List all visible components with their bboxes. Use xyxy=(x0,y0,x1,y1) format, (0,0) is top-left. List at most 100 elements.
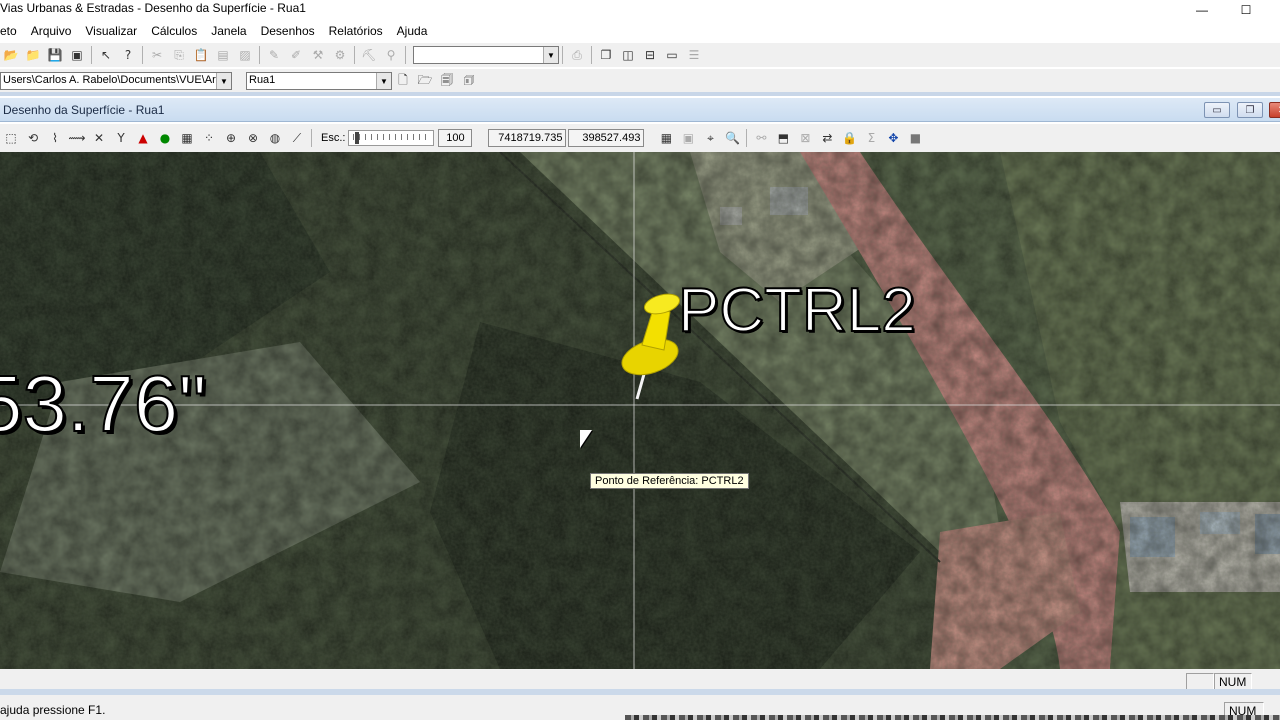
link-icon[interactable]: ⚯ xyxy=(752,129,770,147)
title-bar: Vias Urbanas & Estradas - Desenho da Sup… xyxy=(0,0,1280,20)
maximize-button[interactable]: ☐ xyxy=(1226,0,1266,20)
num-lock-indicator: NUM xyxy=(1214,673,1252,690)
reference-tooltip: Ponto de Referência: PCTRL2 xyxy=(590,473,749,489)
doc-close-button[interactable]: ✕ xyxy=(1269,102,1280,118)
lock-icon[interactable]: 🔒 xyxy=(840,129,858,147)
separator xyxy=(142,46,143,64)
coord-north: 7418719.735 xyxy=(488,129,567,147)
close-frame-icon[interactable]: ⊠ xyxy=(796,129,814,147)
separator xyxy=(405,46,406,64)
save-view-icon[interactable]: ▣ xyxy=(679,129,697,147)
map-layer-icon[interactable]: ▦ xyxy=(657,129,675,147)
separator xyxy=(91,46,92,64)
cut-icon[interactable]: ✂ xyxy=(148,46,166,64)
frame-icon[interactable]: ⬒ xyxy=(774,129,792,147)
attach-icon[interactable]: ⌖ xyxy=(701,129,719,147)
chevron-down-icon[interactable]: ▼ xyxy=(376,73,391,89)
menu-desenhos[interactable]: Desenhos xyxy=(254,22,322,42)
pan-icon[interactable]: ✥ xyxy=(884,129,902,147)
pick-icon[interactable]: ⛏ xyxy=(360,46,378,64)
tile-horizontal-icon[interactable]: ⊟ xyxy=(641,46,659,64)
project-path-combo[interactable]: Users\Carlos A. Rabelo\Documents\VUE\Ar … xyxy=(0,72,232,90)
globe-icon[interactable]: ● xyxy=(156,129,174,147)
drawing-properties-icon[interactable]: 🗊 xyxy=(460,72,478,90)
menu-visualizar[interactable]: Visualizar xyxy=(78,22,144,42)
document-title: Desenho da Superfície - Rua1 xyxy=(3,103,165,117)
print-icon[interactable]: ⎙ xyxy=(568,46,586,64)
separator xyxy=(591,46,592,64)
save-icon[interactable]: 💾 xyxy=(46,46,64,64)
scatter-icon[interactable]: ⁘ xyxy=(200,129,218,147)
status-divider xyxy=(0,689,1280,695)
menu-bar: eto Arquivo Visualizar Cálculos Janela D… xyxy=(0,22,1280,42)
wand-icon[interactable]: ⚒ xyxy=(309,46,327,64)
rotate-icon[interactable]: ⟲ xyxy=(24,129,42,147)
coord-east: 398527.493 xyxy=(568,129,645,147)
menu-ajuda[interactable]: Ajuda xyxy=(390,22,435,42)
open-file-icon[interactable]: 📁 xyxy=(24,46,42,64)
doc-restore-button[interactable]: ❐ xyxy=(1237,102,1263,118)
edit-nodes-icon[interactable]: ✐ xyxy=(287,46,305,64)
project-path-value: Users\Carlos A. Rabelo\Documents\VUE\Ar xyxy=(3,74,216,86)
zoom-icon[interactable]: 🔍 xyxy=(723,129,741,147)
slider-knob[interactable] xyxy=(355,132,360,144)
mouse-cursor-icon xyxy=(580,430,592,448)
scale-slider[interactable] xyxy=(348,130,435,146)
layer-combo[interactable]: ▼ xyxy=(413,46,559,64)
help-icon[interactable]: ? xyxy=(119,46,137,64)
taskbar-strip xyxy=(625,715,1280,720)
chevron-down-icon[interactable]: ▼ xyxy=(216,73,231,89)
cascade-windows-icon[interactable]: ❐ xyxy=(597,46,615,64)
ruler-icon[interactable]: ⟋ xyxy=(288,129,306,147)
separator xyxy=(311,129,312,147)
open-drawing-icon[interactable]: 🗁 xyxy=(416,72,434,90)
map-viewport[interactable]: PCTRL2 53.76" Ponto de Referência: PCTRL… xyxy=(0,152,1280,669)
delete-icon[interactable]: ▨ xyxy=(236,46,254,64)
sum-icon[interactable]: Σ xyxy=(862,129,880,147)
drawing-toolbar: ⬚ ⟲ ⌇ ⟿ ✕ Y ▲ ● ▦ ⁘ ⊕ ⊗ ◍ ⟋ Esc.: 100 74… xyxy=(0,124,1280,152)
paste-icon[interactable]: 📋 xyxy=(192,46,210,64)
curve-icon[interactable]: ⌇ xyxy=(46,129,64,147)
stack-icon[interactable]: ☰ xyxy=(685,46,703,64)
target-alt-icon[interactable]: ⊗ xyxy=(244,129,262,147)
hand-icon[interactable]: ■ xyxy=(906,129,924,147)
slider-ticks xyxy=(353,134,430,140)
arrange-icon[interactable]: ▭ xyxy=(663,46,681,64)
status-bar: NUM ajuda pressione F1. NUM xyxy=(0,669,1280,720)
drawing-value: Rua1 xyxy=(249,74,276,86)
menu-janela[interactable]: Janela xyxy=(204,22,253,42)
menu-relatorios[interactable]: Relatórios xyxy=(322,22,390,42)
scale-value: 100 xyxy=(438,129,473,147)
new-drawing-icon[interactable]: 🗋 xyxy=(394,72,412,90)
menu-calculos[interactable]: Cálculos xyxy=(144,22,204,42)
document-titlebar: Desenho da Superfície - Rua1 ▭ ❐ ✕ xyxy=(0,98,1280,122)
document-icon[interactable]: ▤ xyxy=(214,46,232,64)
save-all-icon[interactable]: ▣ xyxy=(68,46,86,64)
intersect-icon[interactable]: ✕ xyxy=(90,129,108,147)
copy-icon[interactable]: ⎘ xyxy=(170,46,188,64)
minimize-button[interactable]: — xyxy=(1182,0,1222,20)
chevron-down-icon[interactable]: ▼ xyxy=(543,47,558,63)
main-toolbar: 📂 📁 💾 ▣ ↖ ? ✂ ⎘ 📋 ▤ ▨ ✎ ✐ ⚒ ⚙ ⛏ ⚲ ▼ ⎙ ❐ … xyxy=(0,43,1280,67)
pick-alt-icon[interactable]: ⚲ xyxy=(382,46,400,64)
point-icon[interactable]: ▲ xyxy=(134,129,152,147)
select-icon[interactable]: ⬚ xyxy=(2,129,20,147)
branch-icon[interactable]: Y xyxy=(112,129,130,147)
drawing-combo[interactable]: Rua1 ▼ xyxy=(246,72,392,90)
context-help-icon[interactable]: ↖ xyxy=(97,46,115,64)
open-folder-icon[interactable]: 📂 xyxy=(2,46,20,64)
world-icon[interactable]: ◍ xyxy=(266,129,284,147)
swap-icon[interactable]: ⇄ xyxy=(818,129,836,147)
grid-icon[interactable]: ▦ xyxy=(178,129,196,147)
tile-vertical-icon[interactable]: ◫ xyxy=(619,46,637,64)
doc-minimize-button[interactable]: ▭ xyxy=(1204,102,1230,118)
pencil-icon[interactable]: ✎ xyxy=(265,46,283,64)
copy-drawing-icon[interactable]: 🗐 xyxy=(438,72,456,90)
coordinate-label: 53.76" xyxy=(0,359,208,448)
tool-icon[interactable]: ⚙ xyxy=(331,46,349,64)
route-icon[interactable]: ⟿ xyxy=(68,129,86,147)
menu-projeto[interactable]: eto xyxy=(0,22,24,42)
target-icon[interactable]: ⊕ xyxy=(222,129,240,147)
menu-arquivo[interactable]: Arquivo xyxy=(24,22,79,42)
separator xyxy=(354,46,355,64)
